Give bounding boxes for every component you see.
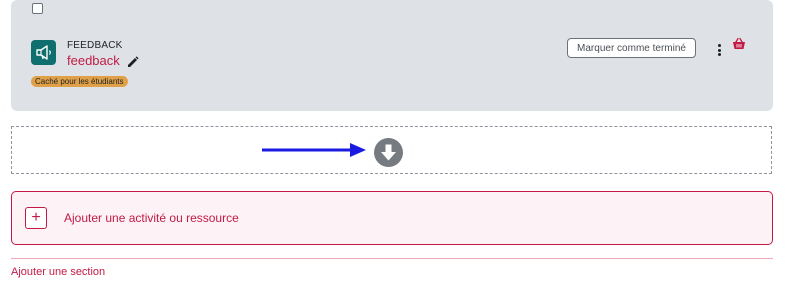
kebab-menu-icon[interactable]	[716, 44, 722, 58]
section-divider	[11, 258, 773, 259]
activity-name-link[interactable]: feedback	[67, 53, 120, 68]
add-activity-label: Ajouter une activité ou ressource	[64, 211, 239, 225]
activity-type-label: FEEDBACK	[67, 40, 123, 51]
plus-icon: +	[25, 207, 47, 229]
activity-select-checkbox[interactable]	[32, 3, 43, 14]
pencil-icon[interactable]	[126, 55, 139, 68]
add-activity-button[interactable]: + Ajouter une activité ou ressource	[11, 191, 773, 245]
activity-card: FEEDBACK feedback Caché pour les étudian…	[11, 0, 773, 111]
blue-arrow-annotation	[262, 143, 366, 157]
mark-complete-button[interactable]: Marquer comme terminé	[567, 38, 696, 58]
megaphone-icon	[31, 40, 56, 65]
basket-icon[interactable]	[732, 37, 746, 51]
arrow-down-circle-icon[interactable]	[374, 138, 403, 167]
add-section-link[interactable]: Ajouter une section	[11, 266, 105, 278]
hidden-from-students-badge: Caché pour les étudiants	[31, 76, 128, 87]
